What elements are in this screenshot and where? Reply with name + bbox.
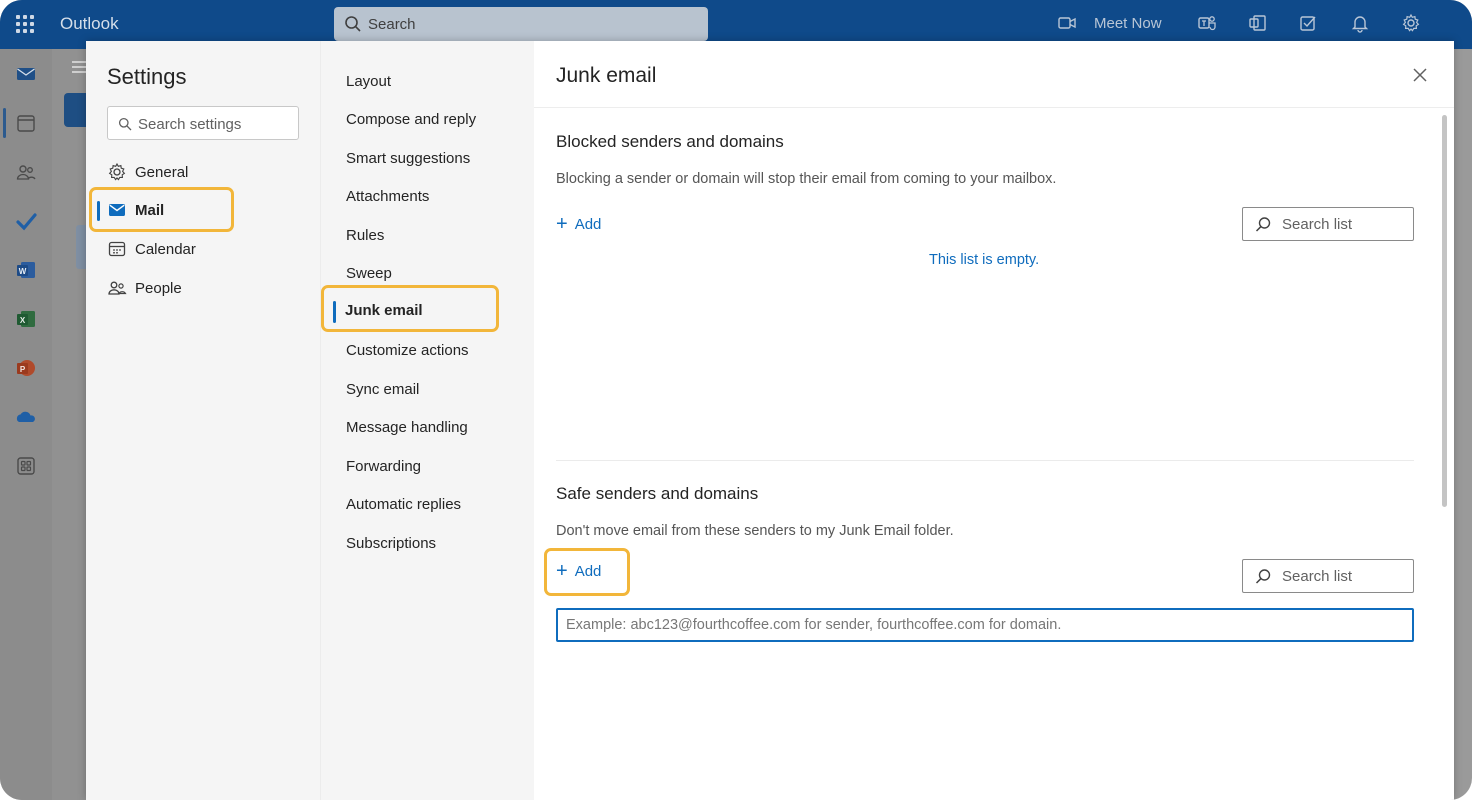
search-icon <box>1255 217 1271 232</box>
highlight-mail <box>89 187 234 232</box>
settings-dialog: Settings Search settings General Mail Ca… <box>86 41 1454 800</box>
blocked-add-button[interactable]: + Add <box>556 213 601 235</box>
section-divider <box>556 460 1414 461</box>
subnav-subscriptions[interactable]: Subscriptions <box>346 535 436 552</box>
safe-search-list[interactable]: Search list <box>1242 559 1414 593</box>
apps-waffle-icon[interactable] <box>14 13 36 35</box>
safe-sender-input[interactable] <box>556 608 1414 642</box>
teams-icon[interactable] <box>1197 13 1217 35</box>
app-rail: W X P <box>0 49 52 800</box>
category-people-label: People <box>135 279 182 297</box>
blocked-empty-message: This list is empty. <box>929 252 1040 268</box>
close-icon[interactable] <box>1412 67 1428 83</box>
search-settings-input[interactable]: Search settings <box>107 106 299 140</box>
panel-scrollbar[interactable] <box>1442 115 1447 507</box>
onedrive-icon[interactable] <box>15 406 37 428</box>
search-icon <box>1255 569 1271 584</box>
subnav-sync-email[interactable]: Sync email <box>346 381 419 398</box>
more-apps-icon[interactable] <box>15 455 37 477</box>
todo-icon[interactable] <box>1298 13 1318 35</box>
app-frame: Outlook Search Meet Now W X P Settings S… <box>0 0 1472 800</box>
header-divider <box>534 107 1454 108</box>
safe-search-placeholder: Search list <box>1282 568 1353 585</box>
search-settings-placeholder: Search settings <box>138 116 242 133</box>
highlight-junk-email <box>321 285 499 332</box>
subnav-compose-and-reply[interactable]: Compose and reply <box>346 111 476 128</box>
new-mail-button[interactable] <box>64 93 86 127</box>
category-people[interactable]: People <box>107 276 182 300</box>
subnav-rules[interactable]: Rules <box>346 227 384 244</box>
search-icon <box>345 16 361 32</box>
junk-email-panel: Junk email Blocked senders and domains B… <box>534 41 1454 800</box>
subnav-smart-suggestions[interactable]: Smart suggestions <box>346 150 470 167</box>
video-camera-icon[interactable] <box>1057 13 1077 35</box>
blocked-add-label: Add <box>574 215 602 233</box>
mail-subnav-pane: Layout Compose and reply Smart suggestio… <box>320 41 534 800</box>
office-icon[interactable] <box>1248 13 1268 35</box>
category-general[interactable]: General <box>107 160 188 184</box>
app-brand[interactable]: Outlook <box>60 14 119 34</box>
blocked-section-desc: Blocking a sender or domain will stop th… <box>556 171 1057 187</box>
hamburger-icon[interactable] <box>72 61 86 63</box>
rail-selection-bar <box>3 108 6 138</box>
category-calendar[interactable]: Calendar <box>107 237 196 261</box>
search-placeholder: Search <box>368 16 416 33</box>
search-icon <box>118 117 132 131</box>
bell-icon[interactable] <box>1350 13 1370 35</box>
highlight-safe-add <box>544 548 630 596</box>
plus-icon: + <box>556 213 568 235</box>
settings-title: Settings <box>107 64 187 89</box>
safe-section-desc: Don't move email from these senders to m… <box>556 523 954 539</box>
gear-icon[interactable] <box>1401 13 1421 35</box>
gear-icon <box>108 162 126 181</box>
settings-categories-pane: Settings Search settings General Mail Ca… <box>86 41 320 800</box>
category-general-label: General <box>135 163 189 181</box>
todo-check-icon[interactable] <box>15 210 37 232</box>
subnav-message-handling[interactable]: Message handling <box>346 419 468 436</box>
blocked-section-title: Blocked senders and domains <box>556 132 784 151</box>
subnav-attachments[interactable]: Attachments <box>346 188 429 205</box>
powerpoint-icon[interactable]: P <box>15 357 37 379</box>
meet-now-button[interactable]: Meet Now <box>1094 15 1162 37</box>
subnav-customize-actions[interactable]: Customize actions <box>346 342 469 359</box>
background-folder-pane <box>52 49 86 800</box>
panel-title: Junk email <box>556 64 657 87</box>
svg-text:X: X <box>20 316 26 325</box>
subnav-layout[interactable]: Layout <box>346 73 391 90</box>
subnav-automatic-replies[interactable]: Automatic replies <box>346 496 461 513</box>
search-box[interactable]: Search <box>334 7 708 41</box>
subnav-sweep[interactable]: Sweep <box>346 265 392 282</box>
svg-text:W: W <box>19 267 27 276</box>
blocked-search-list[interactable]: Search list <box>1242 207 1414 241</box>
background-selected-item <box>76 225 86 269</box>
svg-text:P: P <box>20 365 26 374</box>
people-icon[interactable] <box>15 161 37 183</box>
mail-icon[interactable] <box>15 63 37 85</box>
safe-section-title: Safe senders and domains <box>556 484 759 503</box>
calendar-icon <box>108 241 126 257</box>
blocked-search-placeholder: Search list <box>1282 216 1353 233</box>
category-calendar-label: Calendar <box>135 240 196 258</box>
excel-icon[interactable]: X <box>15 308 37 330</box>
people-icon <box>108 281 127 295</box>
subnav-forwarding[interactable]: Forwarding <box>346 458 421 475</box>
calendar-icon[interactable] <box>15 112 37 134</box>
word-icon[interactable]: W <box>15 259 37 281</box>
